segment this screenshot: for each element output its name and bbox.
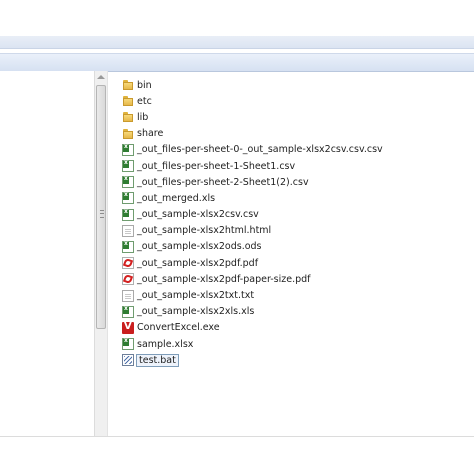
file-name: _out_sample-xlsx2ods.ods (137, 241, 262, 253)
file-name: _out_sample-xlsx2txt.txt (137, 290, 255, 302)
folder-icon (122, 95, 134, 107)
excel-icon (122, 191, 134, 205)
file-name: etc (137, 95, 152, 107)
pdf-icon (122, 273, 134, 286)
file-name: _out_sample-xlsx2pdf.pdf (137, 257, 259, 269)
list-item[interactable]: _out_sample-xlsx2xls.xls (120, 304, 474, 320)
file-name: share (137, 128, 164, 140)
list-item[interactable]: etc (120, 93, 474, 109)
list-item[interactable]: _out_sample-xlsx2txt.txt (120, 287, 474, 303)
window-top-area (0, 0, 474, 36)
file-name: _out_sample-xlsx2pdf-paper-size.pdf (137, 273, 311, 285)
scrollbar-thumb[interactable] (96, 85, 106, 329)
list-item[interactable]: _out_files-per-sheet-0-_out_sample-xlsx2… (120, 142, 474, 158)
excel-icon (122, 208, 134, 221)
list-item[interactable]: _out_sample-xlsx2html.html (120, 223, 474, 239)
list-item-selected[interactable]: test.bat (120, 352, 474, 368)
file-name: _out_files-per-sheet-2-Sheet1(2).csv (137, 176, 309, 188)
file-name: _out_sample-xlsx2html.html (137, 225, 272, 237)
folder-icon (122, 79, 134, 91)
file-name: _out_merged.xls (137, 192, 216, 204)
file-name: _out_sample-xlsx2xls.xls (137, 306, 255, 318)
folder-icon (122, 128, 134, 140)
divider (0, 436, 474, 437)
excel-icon (122, 159, 134, 173)
file-name: _out_sample-xlsx2csv.csv (137, 209, 259, 221)
list-item[interactable]: _out_sample-xlsx2pdf.pdf (120, 255, 474, 271)
list-item[interactable]: _out_sample-xlsx2ods.ods (120, 239, 474, 255)
excel-icon (122, 305, 134, 318)
file-name: test.bat (136, 353, 179, 367)
file-name: sample.xlsx (137, 338, 194, 350)
grip-icon (100, 210, 104, 218)
exe-icon (122, 321, 134, 334)
navigation-pane (0, 71, 94, 436)
list-item[interactable]: _out_merged.xls (120, 190, 474, 206)
file-name: lib (137, 111, 149, 123)
toolbar (0, 36, 474, 49)
excel-icon (122, 175, 134, 189)
list-item[interactable]: sample.xlsx (120, 336, 474, 352)
file-name: ConvertExcel.exe (137, 322, 220, 334)
list-item[interactable]: bin (120, 77, 474, 93)
excel-icon (122, 337, 134, 351)
list-item[interactable]: ConvertExcel.exe (120, 320, 474, 336)
excel-icon (122, 240, 134, 253)
file-name: bin (137, 79, 152, 91)
folder-icon (122, 111, 134, 123)
pdf-icon (122, 257, 134, 270)
scroll-up-arrow-icon[interactable] (97, 75, 105, 79)
list-item[interactable]: lib (120, 109, 474, 125)
list-item[interactable]: _out_files-per-sheet-2-Sheet1(2).csv (120, 174, 474, 190)
file-name: _out_files-per-sheet-1-Sheet1.csv (137, 160, 296, 172)
document-icon (122, 224, 134, 237)
list-item[interactable]: _out_sample-xlsx2pdf-paper-size.pdf (120, 271, 474, 287)
excel-icon (122, 143, 134, 156)
list-item[interactable]: _out_sample-xlsx2csv.csv (120, 207, 474, 223)
address-bar[interactable] (0, 53, 474, 72)
list-item[interactable]: _out_files-per-sheet-1-Sheet1.csv (120, 158, 474, 174)
document-icon (122, 289, 134, 302)
file-list: bin etc lib share _out_files-per-sheet-0… (120, 77, 474, 368)
batch-file-icon (122, 354, 134, 367)
navigation-pane-scrollbar[interactable] (94, 71, 108, 436)
list-item[interactable]: share (120, 126, 474, 142)
file-name: _out_files-per-sheet-0-_out_sample-xlsx2… (137, 144, 383, 156)
